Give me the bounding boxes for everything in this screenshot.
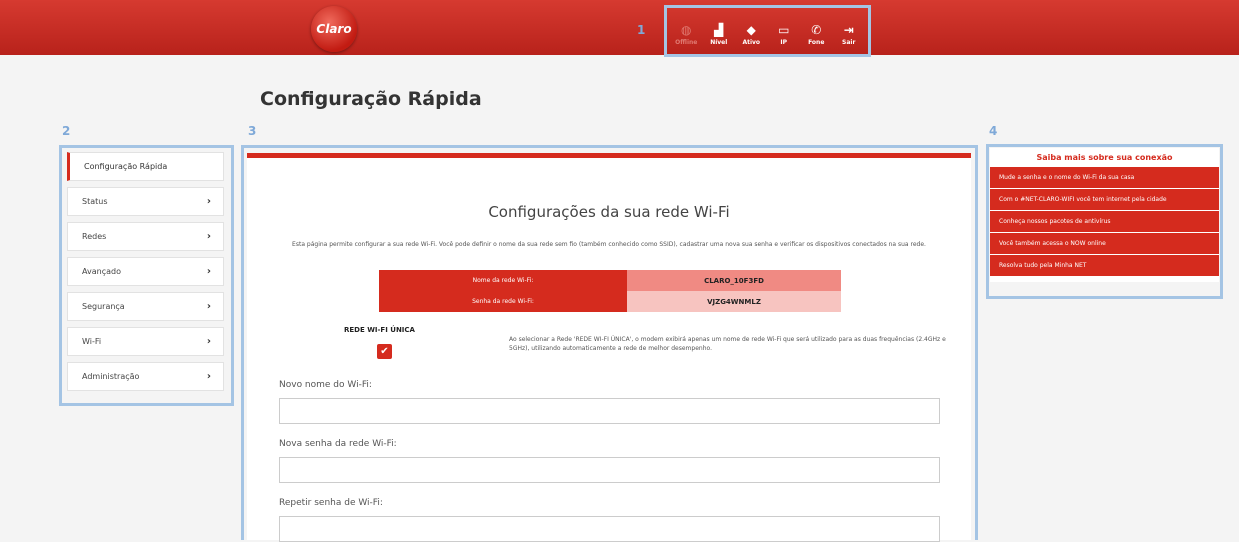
sidebar-item-label: Redes bbox=[82, 232, 107, 241]
annotation-4: 4 bbox=[989, 124, 998, 138]
sidebar-item-label: Configuração Rápida bbox=[84, 162, 168, 171]
chevron-right-icon: › bbox=[206, 371, 211, 382]
annotation-3: 3 bbox=[248, 124, 257, 138]
chevron-right-icon: › bbox=[206, 196, 211, 207]
new-pass-label: Nova senha da rede Wi-Fi: bbox=[279, 439, 397, 449]
check-icon: ✔ bbox=[380, 346, 389, 357]
main-panel: Configurações da sua rede Wi-Fi Esta pág… bbox=[247, 153, 971, 542]
chevron-right-icon: › bbox=[206, 266, 211, 277]
sidebar-item-administracao[interactable]: Administração › bbox=[67, 362, 224, 391]
page-title: Configuração Rápida bbox=[260, 88, 482, 110]
sidebar-item-redes[interactable]: Redes › bbox=[67, 222, 224, 251]
wifi-info-table: Nome da rede Wi-Fi: CLARO_10F3FD Senha d… bbox=[379, 270, 841, 312]
single-network-label: REDE WI-FI ÚNICA bbox=[344, 326, 415, 334]
claro-logo[interactable]: Claro bbox=[311, 6, 357, 52]
sidebar-item-label: Avançado bbox=[82, 267, 121, 276]
info-panel-title: Saiba mais sobre sua conexão bbox=[1036, 153, 1173, 162]
top-bar: Claro 1 ◍ Offline ▟ Nível ◆ Ativo ▭ IP ✆… bbox=[0, 0, 1239, 55]
sidebar-item-configuracao-rapida[interactable]: Configuração Rápida bbox=[67, 152, 224, 181]
info-panel: Saiba mais sobre sua conexão Mude a senh… bbox=[990, 148, 1219, 282]
sidebar-item-avancado[interactable]: Avançado › bbox=[67, 257, 224, 286]
chevron-right-icon: › bbox=[206, 301, 211, 312]
sidebar: Configuração Rápida Status › Redes › Ava… bbox=[67, 152, 224, 397]
sidebar-item-label: Wi-Fi bbox=[82, 337, 102, 346]
main-description: Esta página permite configurar a sua red… bbox=[292, 241, 926, 248]
single-network-checkbox[interactable]: ✔ bbox=[377, 344, 392, 359]
sidebar-item-label: Administração bbox=[82, 372, 140, 381]
main-title: Configurações da sua rede Wi-Fi bbox=[488, 203, 730, 221]
logo-text: Claro bbox=[316, 22, 352, 36]
single-network-description: Ao selecionar a Rede 'REDE WI-FI ÚNICA',… bbox=[509, 336, 946, 352]
chevron-right-icon: › bbox=[206, 336, 211, 347]
sidebar-item-label: Segurança bbox=[82, 302, 125, 311]
sidebar-item-status[interactable]: Status › bbox=[67, 187, 224, 216]
wifi-pass-label: Senha da rede Wi-Fi: bbox=[379, 291, 627, 312]
wifi-pass-value: VJZG4WNMLZ bbox=[627, 291, 841, 312]
new-name-label: Novo nome do Wi-Fi: bbox=[279, 380, 372, 390]
repeat-pass-input[interactable] bbox=[279, 516, 940, 542]
annotation-1: 1 bbox=[637, 23, 646, 37]
annotation-box-1 bbox=[664, 5, 871, 57]
wifi-name-row: Nome da rede Wi-Fi: CLARO_10F3FD bbox=[379, 270, 841, 291]
info-link[interactable]: Mude a senha e o nome do Wi-Fi da sua ca… bbox=[990, 167, 1219, 188]
sidebar-item-label: Status bbox=[82, 197, 108, 206]
info-link[interactable]: Conheça nossos pacotes de antivírus bbox=[990, 211, 1219, 232]
info-link[interactable]: Você também acessa o NOW online bbox=[990, 233, 1219, 254]
wifi-pass-row: Senha da rede Wi-Fi: VJZG4WNMLZ bbox=[379, 291, 841, 312]
chevron-right-icon: › bbox=[206, 231, 211, 242]
annotation-2: 2 bbox=[62, 124, 71, 138]
info-link[interactable]: Com o #NET-CLARO-WIFI você tem internet … bbox=[990, 189, 1219, 210]
info-link[interactable]: Resolva tudo pela Minha NET bbox=[990, 255, 1219, 276]
sidebar-item-seguranca[interactable]: Segurança › bbox=[67, 292, 224, 321]
new-pass-input[interactable] bbox=[279, 457, 940, 483]
wifi-name-value: CLARO_10F3FD bbox=[627, 270, 841, 291]
wifi-name-label: Nome da rede Wi-Fi: bbox=[379, 270, 627, 291]
sidebar-item-wifi[interactable]: Wi-Fi › bbox=[67, 327, 224, 356]
repeat-pass-label: Repetir senha de Wi-Fi: bbox=[279, 498, 383, 508]
new-name-input[interactable] bbox=[279, 398, 940, 424]
